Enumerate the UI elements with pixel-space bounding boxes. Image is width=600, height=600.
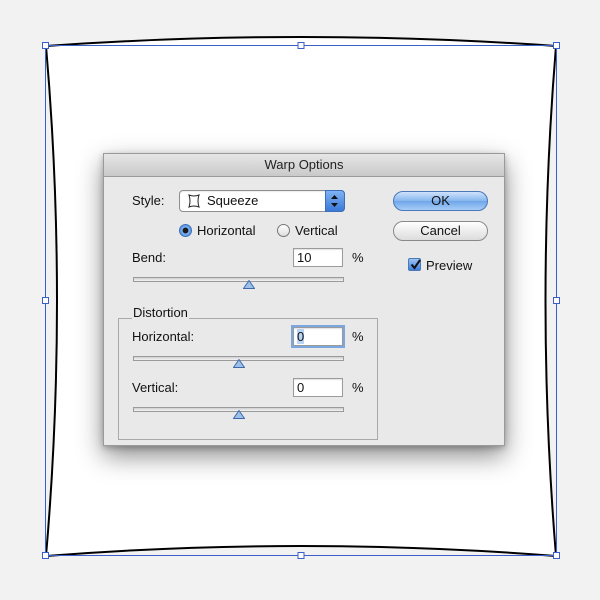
distortion-vertical-label: Vertical:	[132, 380, 179, 395]
handle-bottom-right[interactable]	[553, 552, 560, 559]
handle-bottom-left[interactable]	[42, 552, 49, 559]
radio-horizontal[interactable]	[179, 224, 192, 237]
cancel-button[interactable]: Cancel	[393, 221, 488, 241]
radio-vertical[interactable]	[277, 224, 290, 237]
handle-top-left[interactable]	[42, 42, 49, 49]
preview-checkbox[interactable]	[408, 258, 421, 271]
style-popup[interactable]: Squeeze	[179, 190, 345, 212]
style-selected-value: Squeeze	[207, 193, 259, 208]
preview-label: Preview	[426, 258, 473, 273]
distortion-horizontal-input[interactable]: 0	[291, 325, 345, 348]
distortion-group-label: Distortion	[132, 305, 189, 320]
distortion-horizontal-label: Horizontal:	[132, 329, 195, 344]
dialog-title: Warp Options	[264, 157, 344, 172]
distortion-horizontal-slider-thumb[interactable]	[232, 359, 245, 368]
distortion-vertical-percent: %	[352, 380, 364, 395]
bend-percent: %	[352, 250, 364, 265]
handle-bottom-center[interactable]	[297, 552, 305, 559]
radio-horizontal-label: Horizontal	[197, 223, 256, 238]
handle-middle-left[interactable]	[42, 297, 49, 304]
bend-slider-track[interactable]	[133, 277, 344, 282]
handle-middle-right[interactable]	[553, 297, 560, 304]
checkmark-icon	[410, 259, 421, 270]
bend-label: Bend:	[132, 250, 166, 265]
style-label: Style:	[132, 193, 165, 208]
popup-arrows-icon[interactable]	[325, 190, 345, 212]
distortion-vertical-slider-thumb[interactable]	[232, 410, 245, 419]
handle-top-right[interactable]	[553, 42, 560, 49]
squeeze-warp-icon	[188, 194, 200, 208]
bend-input[interactable]: 10	[293, 248, 343, 267]
radio-vertical-label: Vertical	[295, 223, 338, 238]
distortion-horizontal-percent: %	[352, 329, 364, 344]
distortion-vertical-input[interactable]: 0	[293, 378, 343, 397]
dialog-title-bar[interactable]: Warp Options	[104, 154, 504, 177]
bend-slider-thumb[interactable]	[243, 280, 256, 289]
handle-top-center[interactable]	[297, 42, 305, 49]
warp-options-dialog: Warp Options Style: Squeeze Horizontal V…	[103, 153, 505, 446]
ok-button[interactable]: OK	[393, 191, 488, 211]
